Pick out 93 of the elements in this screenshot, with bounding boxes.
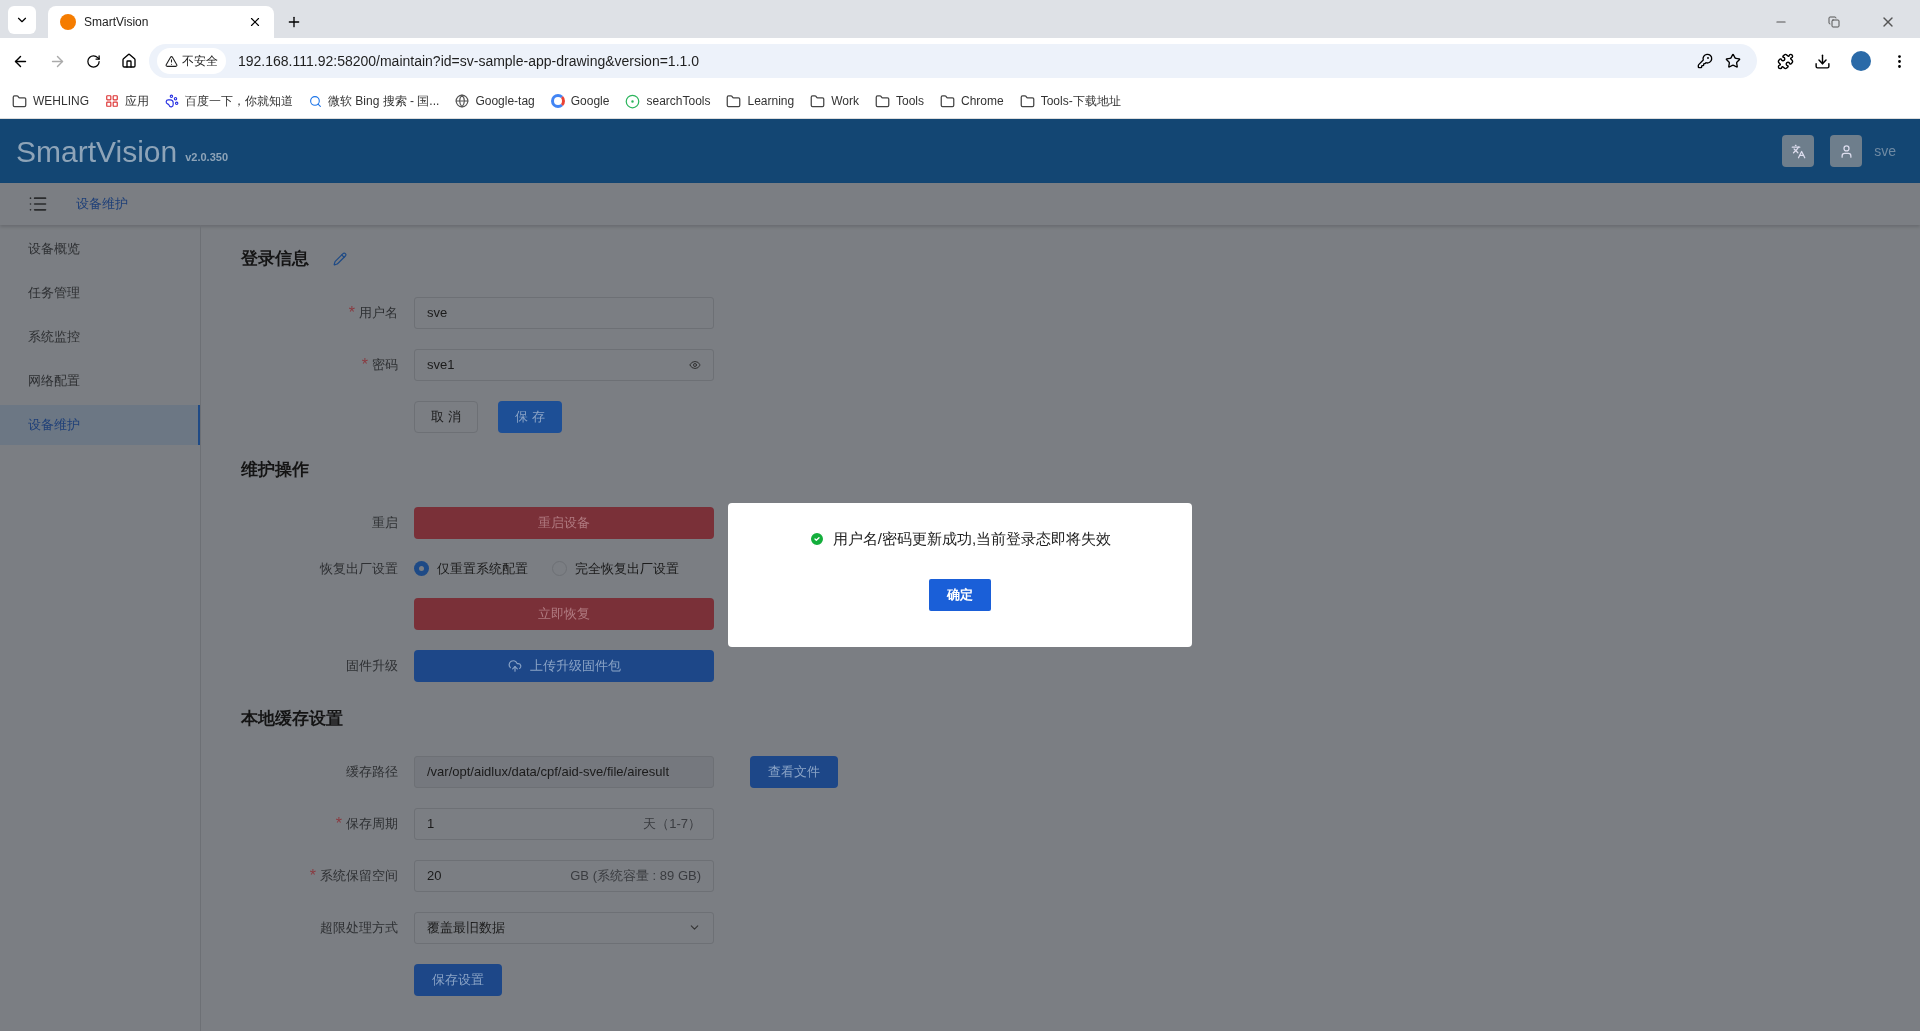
letter-logo-icon	[550, 94, 565, 108]
bookmark-item[interactable]: WEHLING	[12, 92, 89, 110]
breadcrumb-item[interactable]: 设备维护	[76, 194, 128, 214]
bookmark-item[interactable]: 应用	[105, 92, 149, 110]
cancel-button[interactable]: 取 消	[414, 401, 478, 433]
folder-icon	[726, 93, 742, 109]
radio-button[interactable]	[414, 560, 429, 576]
address-bar[interactable]: 不安全 192.168.111.92:58200/maintain?id=sv-sample-app-drawing&version=1.1.0	[149, 44, 1757, 78]
folder-icon	[810, 93, 826, 109]
bookmark-item[interactable]: Google	[550, 92, 610, 110]
input-field[interactable]: sve	[414, 297, 714, 329]
required-mark: *	[348, 303, 355, 323]
user-button[interactable]	[1830, 135, 1863, 167]
bookmark-item[interactable]: Chrome	[940, 92, 1004, 110]
field-label: 系统保留空间	[320, 866, 398, 885]
required-mark: *	[361, 355, 368, 375]
section-title: 本地缓存设置	[241, 708, 344, 730]
folder-icon	[1019, 93, 1035, 109]
unit-suffix: GB (系统容量 : 89 GB)	[570, 866, 701, 885]
sidebar-item[interactable]: 设备概览	[0, 229, 200, 269]
section-title: 登录信息	[241, 248, 309, 271]
select-field[interactable]: 覆盖最旧数据	[414, 911, 714, 944]
section-title: 维护操作	[241, 459, 310, 481]
bookmark-item[interactable]: Learning	[726, 92, 795, 110]
field-label: 超限处理方式	[320, 918, 398, 937]
required-mark: *	[335, 813, 342, 834]
paw-icon	[165, 94, 179, 108]
confirm-button[interactable]: 确定	[929, 578, 991, 611]
bookmark-item[interactable]: Tools	[875, 92, 924, 110]
app-logo-icon	[60, 14, 76, 30]
success-icon	[808, 531, 825, 548]
sidebar-item[interactable]: 网络配置	[0, 361, 200, 401]
sidebar-item[interactable]: 系统监控	[0, 317, 200, 357]
bookmark-item[interactable]: 微软 Bing 搜索 - 国...	[309, 92, 440, 110]
folder-icon	[940, 93, 955, 109]
folder-icon	[875, 93, 890, 109]
required-mark: *	[309, 865, 316, 886]
field-label: 缓存路径	[346, 762, 398, 781]
input-field[interactable]: 1 天（1-7）	[414, 807, 714, 840]
upload-button[interactable]: 上传升级固件包	[414, 650, 714, 682]
user-name: sve	[1874, 141, 1896, 161]
sidebar-item[interactable]: 任务管理	[0, 273, 200, 313]
field-label: 密码	[372, 356, 398, 375]
extensions-icon[interactable]	[1777, 52, 1794, 70]
input-field[interactable]: 20 GB (系统容量 : 89 GB)	[414, 859, 714, 892]
restore-icon[interactable]	[1828, 16, 1840, 28]
brand-name: SmartVision	[16, 133, 178, 170]
browser-tab[interactable]: SmartVision	[48, 6, 274, 38]
url-text: 192.168.111.92:58200/maintain?id=sv-sample-app-drawing&version=1.1.0	[238, 51, 700, 71]
field-label: 用户名	[359, 304, 398, 323]
version-label: v2.0.350	[185, 149, 228, 165]
unit-suffix: 天（1-7）	[643, 814, 701, 833]
bookmark-item[interactable]: 百度一下，你就知道	[165, 92, 293, 110]
language-button[interactable]	[1782, 135, 1815, 167]
warning-icon	[165, 54, 178, 68]
radio-option[interactable]: 仅重置系统配置	[414, 558, 528, 578]
tab-title: SmartVision	[84, 14, 150, 31]
profile-avatar[interactable]	[1851, 51, 1871, 71]
restart-button[interactable]: 重启设备	[414, 506, 714, 539]
cloud-upload-icon	[507, 659, 522, 673]
new-tab-icon[interactable]	[286, 14, 302, 30]
path-field[interactable]: /var/opt/aidlux/data/cpf/aid-sve/file/airesult	[414, 755, 714, 788]
user-icon	[1838, 143, 1854, 159]
dialog-message: 用户名/密码更新成功,当前登录态即将失效	[832, 529, 1112, 549]
reset-button[interactable]: 立即恢复	[414, 598, 714, 630]
translate-icon	[1790, 143, 1806, 159]
input-field[interactable]: sve1	[414, 349, 714, 381]
eye-icon[interactable]	[689, 359, 701, 371]
download-icon[interactable]	[1814, 52, 1831, 70]
field-label: 恢复出厂设置	[320, 559, 398, 578]
bookmark-item[interactable]: Work	[810, 92, 859, 110]
home-icon[interactable]	[121, 53, 137, 69]
view-files-button[interactable]: 查看文件	[750, 755, 838, 788]
field-label: 重启	[372, 513, 398, 532]
folder-icon	[12, 93, 27, 109]
security-chip[interactable]: 不安全	[157, 48, 226, 74]
radio-option[interactable]: 完全恢复出厂设置	[552, 558, 679, 578]
search-icon	[309, 94, 322, 108]
save-settings-button[interactable]: 保存设置	[414, 963, 502, 996]
globe-icon	[455, 94, 470, 108]
save-button[interactable]: 保 存	[498, 401, 562, 433]
key-icon[interactable]	[1697, 53, 1713, 69]
bookmark-item[interactable]: searchTools	[625, 92, 711, 110]
close-icon[interactable]	[248, 15, 262, 29]
star-icon[interactable]	[1725, 53, 1741, 69]
bookmark-item[interactable]: Tools-下载地址	[1019, 92, 1121, 110]
bookmark-item[interactable]: Google-tag	[455, 92, 535, 110]
circle-logo-icon	[625, 93, 641, 109]
reload-icon[interactable]	[86, 53, 101, 69]
field-label: 固件升级	[346, 657, 398, 676]
sidebar-item[interactable]: 设备维护	[0, 405, 200, 445]
field-label: 保存周期	[346, 814, 398, 833]
apps-grid-icon	[105, 94, 119, 108]
